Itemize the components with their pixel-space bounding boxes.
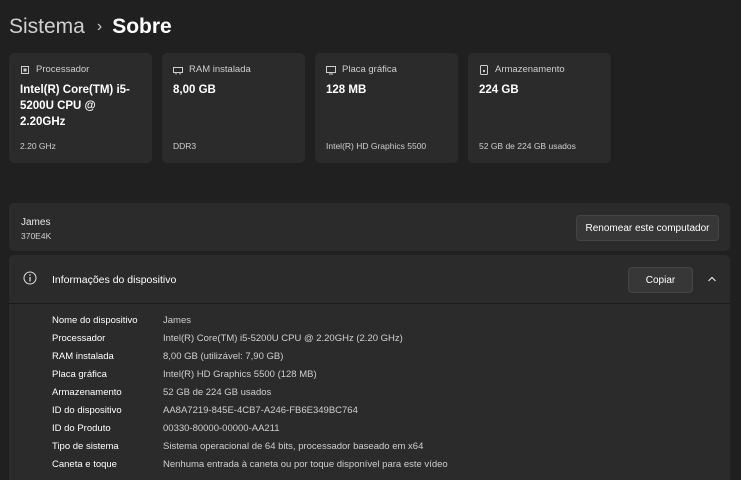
row-value: Intel(R) Core(TM) i5-5200U CPU @ 2.20GHz… [163,332,403,344]
row-value: 52 GB de 224 GB usados [163,386,272,398]
table-row: RAM instalada 8,00 GB (utilizável: 7,90 G… [52,347,448,365]
computer-name: James [21,217,51,228]
chevron-right-icon: › [96,18,103,35]
device-info-panel: Informações do dispositivo Copiar Nome d… [9,255,730,480]
table-row: Placa gráfica Intel(R) HD Graphics 5500 (… [52,365,448,383]
card-label: Processador [36,64,90,75]
card-sub: 2.20 GHz [20,141,56,151]
row-label: Nome do dispositivo [52,314,138,326]
row-value: AA8A7219-845E-4CB7-A246-FB6E349BC764 [163,404,358,416]
device-info-rows: Nome do dispositivo James Processador Inte… [52,311,448,473]
spec-card-processor: Processador Intel(R) Core(TM) i5-5200U C… [9,53,152,163]
row-value: Nenhuma entrada à caneta ou por toque di… [163,458,448,470]
computer-model: 370E4K [21,231,52,241]
rename-computer-button[interactable]: Renomear este computador [576,215,719,241]
card-label: Armazenamento [495,64,565,75]
row-value: 00330-80000-00000-AA211 [163,422,280,434]
ram-icon [173,66,183,74]
table-row: Caneta e toque Nenhuma entrada à caneta o… [52,455,448,473]
processor-icon [21,65,29,74]
row-label: ID do Produto [52,422,111,434]
copy-button[interactable]: Copiar [628,267,693,293]
card-label: Placa gráfica [342,64,397,75]
card-value: 128 MB [326,84,367,96]
row-value: James [163,314,191,326]
breadcrumb: Sistema › Sobre [9,13,172,41]
page-title: Sobre [112,15,172,38]
table-row: Nome do dispositivo James [52,311,448,329]
spec-card-gpu: Placa gráfica 128 MB Intel(R) HD Graphic… [315,53,458,163]
card-label: RAM instalada [189,64,251,75]
row-label: Caneta e toque [52,458,117,470]
row-label: RAM instalada [52,350,114,362]
info-icon [23,271,37,285]
table-row: ID do Produto 00330-80000-00000-AA211 [52,419,448,437]
row-label: Tipo de sistema [52,440,119,452]
gpu-icon [326,65,336,74]
device-info-title: Informações do dispositivo [52,274,177,286]
card-value: Intel(R) Core(TM) i5-5200U CPU @ 2.20GHz [20,84,130,128]
table-row: Armazenamento 52 GB de 224 GB usados [52,383,448,401]
card-sub: DDR3 [173,141,197,151]
chevron-up-icon[interactable] [707,274,717,284]
row-label: Processador [52,332,106,344]
row-label: Armazenamento [52,386,122,398]
table-row: Tipo de sistema Sistema operacional de 64… [52,437,448,455]
device-info-header[interactable]: Informações do dispositivo Copiar [9,255,730,304]
computer-name-panel: James 370E4K Renomear este computador [9,203,730,251]
row-value: Sistema operacional de 64 bits, processa… [163,440,424,452]
table-row: ID do dispositivo AA8A7219-845E-4CB7-A246… [52,401,448,419]
row-value: 8,00 GB (utilizável: 7,90 GB) [163,350,284,362]
card-sub: 52 GB de 224 GB usados [479,141,576,151]
row-label: Placa gráfica [52,368,107,380]
table-row: Processador Intel(R) Core(TM) i5-5200U CP… [52,329,448,347]
card-value: 8,00 GB [173,84,216,96]
row-value: Intel(R) HD Graphics 5500 (128 MB) [163,368,317,380]
card-sub: Intel(R) HD Graphics 5500 [326,141,427,151]
row-label: ID do dispositivo [52,404,122,416]
spec-card-storage: Armazenamento 224 GB 52 GB de 224 GB usa… [468,53,611,163]
spec-card-ram: RAM instalada 8,00 GB DDR3 [162,53,305,163]
breadcrumb-sistema[interactable]: Sistema [9,15,85,39]
card-value: 224 GB [479,84,519,96]
storage-icon [480,64,488,75]
